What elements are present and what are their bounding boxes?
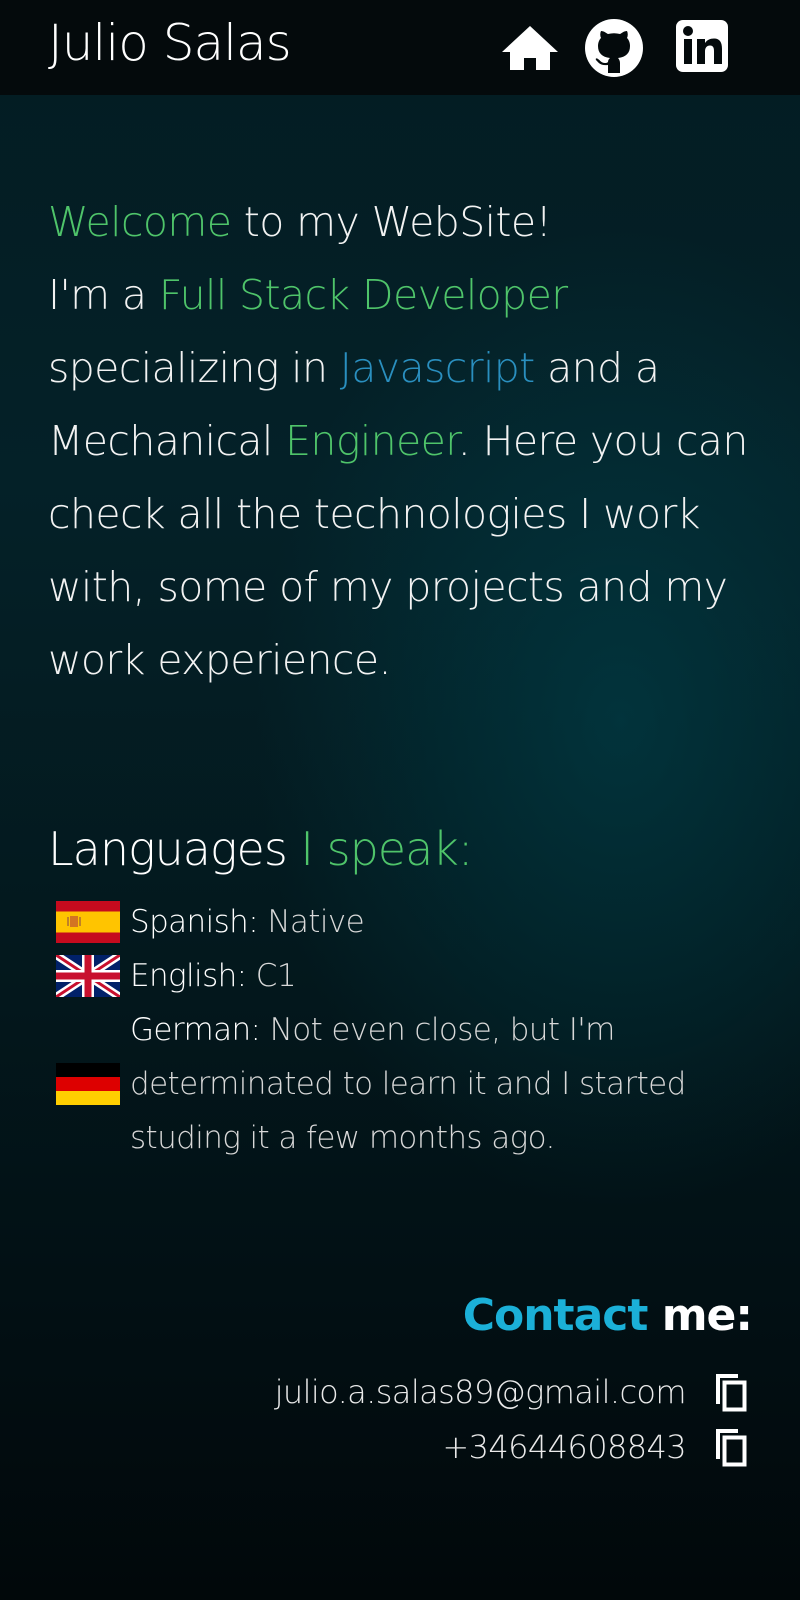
email-text[interactable]: julio.a.salas89@gmail.com [275,1373,687,1411]
phone-row: +34644608843 [442,1425,752,1469]
phone-text[interactable]: +34644608843 [442,1428,686,1466]
intro-text: specializing in [48,344,340,392]
home-icon[interactable] [500,18,560,78]
languages-heading-text: Languages [48,822,301,876]
welcome-highlight: Welcome [48,198,232,246]
intro-section: Welcome to my WebSite! I'm a Full Stack … [48,186,748,697]
github-icon[interactable] [584,18,644,78]
top-bar: Julio Salas [0,0,800,95]
spain-flag-icon [56,901,120,943]
intro-text: I'm a [48,271,159,319]
languages-heading: Languages I speak: [48,822,473,876]
languages-heading-highlight: I speak: [300,822,473,876]
germany-flag-icon [56,1063,120,1105]
javascript-highlight: Javascript [339,344,535,392]
language-name: English: [130,958,247,994]
contact-heading-text: me: [647,1290,753,1341]
uk-flag-icon [56,955,120,997]
contact-heading-highlight: Contact [462,1290,649,1341]
language-item-german: German: Not even close, but I'm determin… [56,1003,756,1165]
engineer-highlight: Engineer [285,417,458,465]
welcome-rest: to my WebSite! [231,198,552,246]
role-highlight: Full Stack Developer [158,271,568,319]
language-name: German: [130,1012,261,1048]
language-name: Spanish: [130,904,259,940]
language-item-english: English: C1 [56,949,756,1003]
site-title[interactable]: Julio Salas [48,14,292,72]
contact-heading: Contact me: [462,1290,753,1341]
welcome-heading: Welcome to my WebSite! [48,186,748,259]
copy-phone-icon[interactable] [708,1425,752,1469]
language-item-spanish: Spanish: Native [56,895,756,949]
languages-list: Spanish: Native English: C1 German: Not … [56,895,756,1165]
linkedin-icon[interactable] [672,18,732,78]
copy-email-icon[interactable] [708,1370,752,1414]
language-level: C1 [246,958,297,994]
language-level: Native [258,904,365,940]
email-row: julio.a.salas89@gmail.com [275,1370,752,1414]
intro-paragraph: I'm a Full Stack Developer specializing … [48,259,748,697]
